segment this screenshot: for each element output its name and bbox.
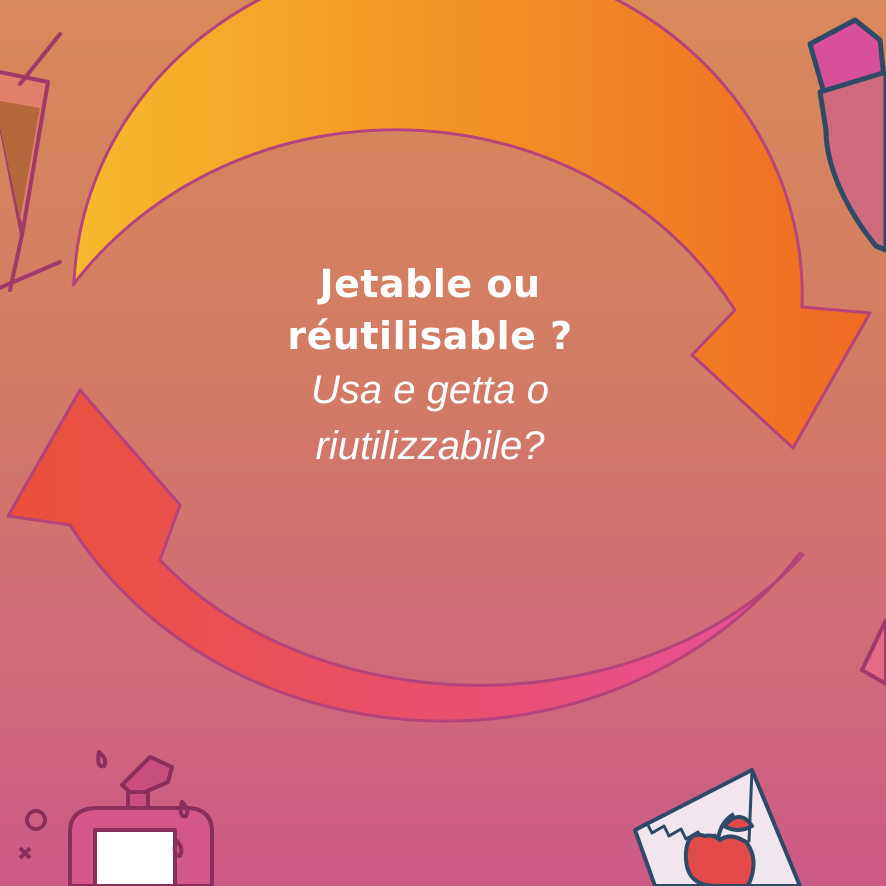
title-block: Jetable ou réutilisable ? Usa e getta o … xyxy=(200,258,660,474)
box-edge-icon xyxy=(859,619,886,687)
title-french-line-1: Jetable ou xyxy=(319,262,541,306)
cocktail-glass-icon xyxy=(0,32,62,292)
bottle-icon xyxy=(807,17,886,253)
apple-snack-bag-icon xyxy=(633,768,802,886)
soap-dispenser-icon xyxy=(18,750,214,886)
title-italian-line-2: riutilizzabile? xyxy=(315,424,545,468)
title-italian-line-1: Usa e getta o xyxy=(311,368,549,412)
title-french-line-2: réutilisable ? xyxy=(287,314,573,358)
